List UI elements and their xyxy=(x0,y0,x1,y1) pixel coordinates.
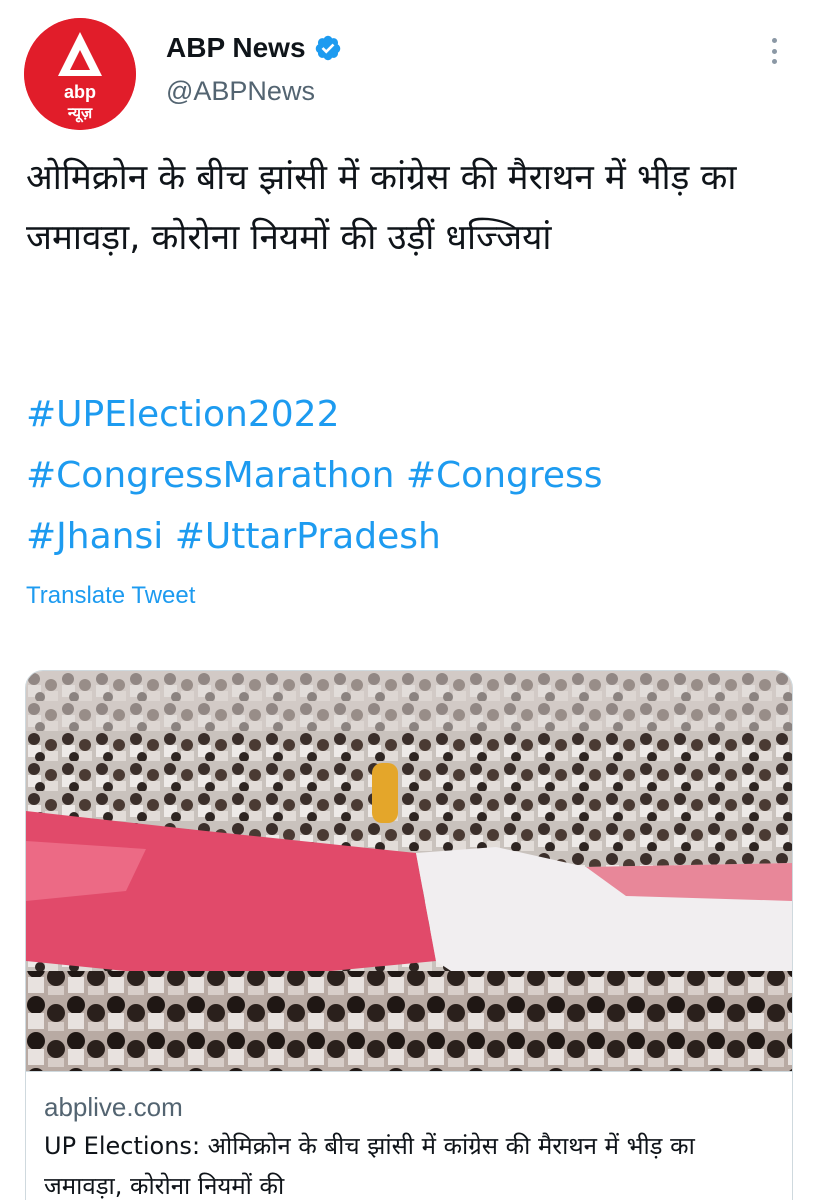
hashtag-link[interactable]: #Congress xyxy=(406,455,603,496)
author-name[interactable]: ABP News xyxy=(166,32,306,64)
card-meta: abplive.com UP Elections: ओमिक्रोन के बी… xyxy=(26,1071,792,1200)
author-handle[interactable]: @ABPNews xyxy=(166,76,342,107)
link-preview-card[interactable]: abplive.com UP Elections: ओमिक्रोन के बी… xyxy=(25,670,793,1200)
translate-tweet-link[interactable]: Translate Tweet xyxy=(26,582,195,610)
card-image xyxy=(26,671,792,1071)
hashtag-link[interactable]: #UttarPradesh xyxy=(175,516,441,557)
logo-subtext: न्यूज़ xyxy=(67,104,93,123)
card-title: UP Elections: ओमिक्रोन के बीच झांसी में … xyxy=(44,1132,695,1200)
more-options-icon[interactable] xyxy=(760,34,788,68)
abp-news-logo: abp न्यूज़ xyxy=(24,18,136,130)
tweet-text: ओमिक्रोन के बीच झांसी में कांग्रेस की मै… xyxy=(26,158,737,258)
hashtag-block: #UPElection2022 #CongressMarathon #Congr… xyxy=(26,384,796,567)
hashtag-link[interactable]: #CongressMarathon xyxy=(26,455,394,496)
verified-badge-icon xyxy=(315,35,340,61)
crowd-photo xyxy=(26,671,792,1071)
author-block: ABP News @ABPNews xyxy=(166,30,342,107)
card-domain: abplive.com xyxy=(44,1092,183,1122)
hashtag-link[interactable]: #UPElection2022 xyxy=(26,394,340,435)
hashtag-link[interactable]: #Jhansi xyxy=(26,516,163,557)
avatar[interactable]: abp न्यूज़ xyxy=(24,18,136,130)
logo-text: abp xyxy=(64,82,96,102)
